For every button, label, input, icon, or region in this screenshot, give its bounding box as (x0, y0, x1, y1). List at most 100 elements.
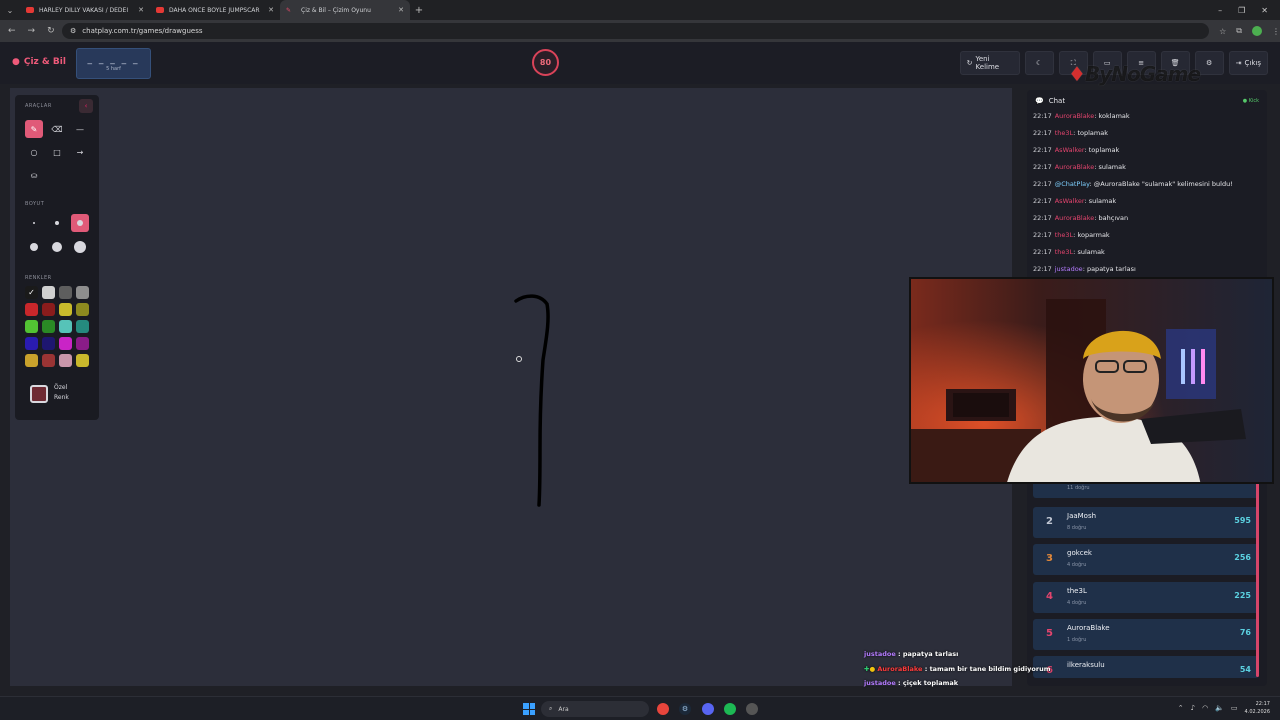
reload-icon[interactable]: ↻ (47, 26, 55, 36)
close-tab-icon[interactable]: ✕ (268, 6, 274, 14)
youtube-icon (156, 7, 164, 13)
close-tab-icon[interactable]: ✕ (398, 6, 404, 14)
color-swatch[interactable] (25, 320, 38, 333)
leaderboard-scrollbar[interactable] (1256, 482, 1259, 677)
restore-icon[interactable]: ❐ (1238, 6, 1245, 15)
tools-section-label: ARAÇLAR (25, 103, 52, 109)
collapse-panel-button[interactable]: ‹ (79, 99, 93, 113)
line-tool-button[interactable]: — (71, 120, 89, 138)
profile-avatar[interactable] (1252, 26, 1262, 36)
chat-username[interactable]: @ChatPlay (1055, 180, 1090, 188)
microphone-icon[interactable]: ♪ (1191, 704, 1195, 712)
close-tab-icon[interactable]: ✕ (138, 6, 144, 14)
new-tab-button[interactable]: + (410, 5, 428, 16)
size-button-3[interactable] (71, 214, 89, 232)
size-button-1[interactable] (25, 214, 43, 232)
custom-color-swatch[interactable] (30, 385, 48, 403)
chevron-up-icon[interactable]: ⌃ (1178, 704, 1184, 712)
chrome-icon[interactable] (657, 703, 669, 715)
size-button-5[interactable] (48, 238, 66, 256)
chat-username[interactable]: AuroraBlake (1055, 214, 1095, 222)
size-button-6[interactable] (71, 238, 89, 256)
leaderboard-row: 3 gokcek 4 doğru 256 (1033, 544, 1259, 575)
obs-icon[interactable] (746, 703, 758, 715)
color-swatch[interactable] (76, 354, 89, 367)
battery-icon[interactable]: ▭ (1231, 704, 1238, 712)
arrow-tool-button[interactable]: → (71, 143, 89, 161)
eraser-tool-button[interactable]: ⌫ (48, 120, 66, 138)
browser-tab[interactable]: HARLEY DILLY VAKASI / DEDEI ✕ (20, 0, 150, 20)
spotify-icon[interactable] (724, 703, 736, 715)
chat-username[interactable]: the3L (1055, 129, 1073, 137)
chat-username[interactable]: the3L (1055, 231, 1073, 239)
leaderboard-points: 595 (1234, 516, 1251, 525)
color-swatch[interactable] (25, 354, 38, 367)
overlay-user: justadoe (864, 679, 896, 687)
url-field[interactable]: ⚙ chatplay.com.tr/games/drawguess (62, 23, 1210, 39)
chat-username[interactable]: AuroraBlake (1055, 163, 1095, 171)
color-swatch[interactable] (59, 354, 72, 367)
close-window-icon[interactable]: ✕ (1261, 6, 1268, 15)
site-info-icon[interactable]: ⚙ (70, 27, 76, 35)
taskbar-search[interactable]: ⌕ Ara (541, 701, 649, 717)
word-hint-box: _ _ _ _ _ 5 harf (76, 48, 151, 79)
color-swatch[interactable] (76, 337, 89, 350)
chat-username[interactable]: AsWalker (1055, 146, 1085, 154)
volume-icon[interactable]: 🔈 (1215, 704, 1224, 712)
color-swatch[interactable] (25, 337, 38, 350)
size-button-4[interactable] (25, 238, 43, 256)
color-swatch[interactable] (42, 354, 55, 367)
kick-status: ● Kick (1242, 98, 1259, 104)
color-swatch[interactable] (59, 337, 72, 350)
back-icon[interactable]: ← (8, 26, 16, 36)
minimize-icon[interactable]: – (1218, 6, 1222, 15)
overlay-text: : tamam bir tane bildim gidiyorum (924, 664, 1051, 673)
color-swatch[interactable] (25, 303, 38, 316)
drawing-canvas[interactable] (10, 88, 1012, 686)
brand-logo[interactable]: ● Çiz & Bil (12, 57, 66, 67)
chat-time: 22:17 (1033, 180, 1052, 188)
taskbar-clock[interactable]: 22:17 4.02.2026 (1245, 700, 1270, 716)
extensions-icon[interactable]: ⧉ (1236, 26, 1242, 36)
watermark-text: ByNoGame (1084, 62, 1201, 86)
chat-username[interactable]: AuroraBlake (1055, 112, 1095, 120)
fill-tool-button[interactable]: ⛀ (25, 166, 43, 184)
rectangle-tool-button[interactable]: □ (48, 143, 66, 161)
color-swatch[interactable]: ✓ (25, 286, 38, 299)
new-word-button[interactable]: ↻ Yeni Kelime (959, 51, 1020, 75)
bookmark-star-icon[interactable]: ☆ (1219, 27, 1226, 36)
color-swatch[interactable] (59, 303, 72, 316)
chat-username[interactable]: the3L (1055, 248, 1073, 256)
chat-username[interactable]: AsWalker (1055, 197, 1085, 205)
chat-message-list[interactable]: 22:17 AuroraBlake: koklamak 22:17 the3L: to… (1027, 112, 1267, 282)
color-swatch[interactable] (42, 303, 55, 316)
browser-tab-active[interactable]: ✎ Çiz & Bil – Çizim Oyunu ✕ (280, 0, 410, 20)
color-swatch[interactable] (42, 286, 55, 299)
discord-icon[interactable] (702, 703, 714, 715)
pencil-tool-button[interactable]: ✎ (25, 120, 43, 138)
color-swatch[interactable] (59, 286, 72, 299)
leaderboard-correct-count: 1 doğru (1067, 637, 1087, 643)
steam-icon[interactable]: ⚙ (679, 703, 691, 715)
custom-color-label[interactable]: Özel Renk (54, 383, 94, 403)
color-swatch[interactable] (76, 320, 89, 333)
windows-start-icon[interactable] (523, 703, 535, 715)
menu-dots-icon[interactable]: ⋮ (1272, 27, 1280, 36)
color-swatch[interactable] (42, 320, 55, 333)
wifi-icon[interactable]: ◠ (1202, 704, 1208, 712)
theme-toggle-button[interactable]: ☾ (1024, 51, 1054, 75)
chat-username[interactable]: justadoe (1055, 265, 1083, 273)
chevron-left-icon: ‹ (84, 102, 88, 110)
color-swatch[interactable] (76, 286, 89, 299)
chat-time: 22:17 (1033, 163, 1052, 171)
size-button-2[interactable] (48, 214, 66, 232)
forward-icon[interactable]: → (28, 26, 36, 36)
color-swatch[interactable] (42, 337, 55, 350)
chat-message: 22:17 the3L: sulamak (1027, 248, 1267, 265)
color-swatch[interactable] (76, 303, 89, 316)
exit-button[interactable]: ⇥ Çıkış (1228, 51, 1268, 75)
color-swatch[interactable] (59, 320, 72, 333)
circle-tool-button[interactable]: ○ (25, 143, 43, 161)
tab-search-icon[interactable]: ⌄ (0, 0, 20, 20)
browser-tab[interactable]: DAHA ÖNCE BÖYLE JUMPSCAR ✕ (150, 0, 280, 20)
